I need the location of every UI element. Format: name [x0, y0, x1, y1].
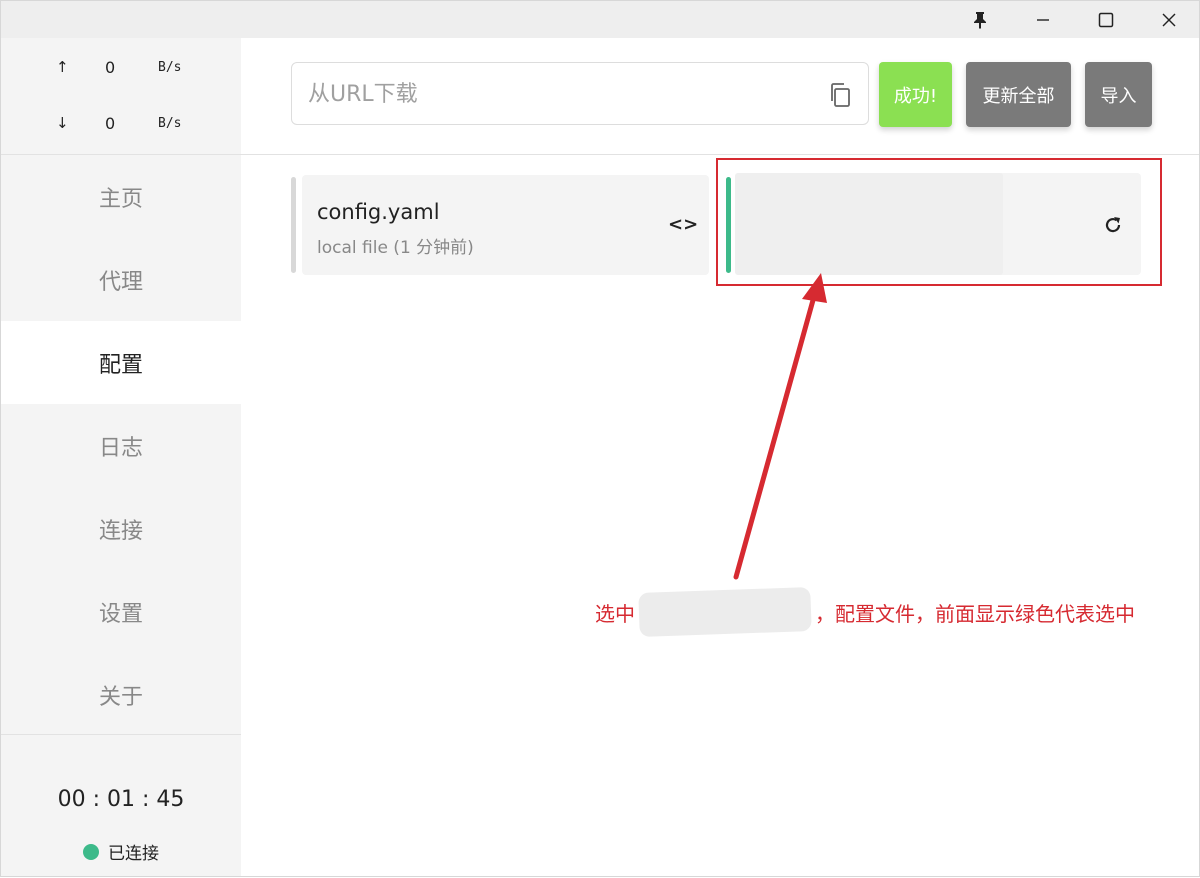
annotation-text-before: 选中: [595, 601, 635, 626]
uptime-timer: 00 : 01 : 45: [57, 787, 185, 812]
sidebar-item-logs[interactable]: 日志: [1, 404, 241, 487]
sidebar: ↑ 0 B/s ↓ 0 B/s 主页 代理 配置 日志 连接 设置 关于 00 …: [1, 38, 241, 876]
upload-value: 0: [105, 58, 116, 77]
title-bar: [1, 1, 1199, 38]
download-unit: B/s: [158, 116, 182, 131]
sidebar-item-label: 关于: [98, 684, 143, 710]
url-field: [291, 62, 869, 126]
profile-card[interactable]: config.yaml local file (1 分钟前) <>: [302, 175, 709, 275]
status-dot-icon: [83, 843, 99, 860]
profile-subtitle: local file (1 分钟前): [317, 238, 474, 258]
import-button[interactable]: 导入: [1085, 62, 1152, 127]
profile-indicator-inactive: [291, 177, 296, 273]
pin-icon[interactable]: [951, 1, 1009, 38]
connection-status: 已连接: [83, 839, 159, 864]
sidebar-item-label: 设置: [98, 601, 143, 627]
sidebar-item-proxy[interactable]: 代理: [1, 238, 241, 321]
redacted-annotation-text: [638, 587, 812, 637]
sidebar-item-label: 代理: [98, 269, 143, 295]
download-success-button[interactable]: 成功!: [879, 62, 952, 127]
update-all-button[interactable]: 更新全部: [966, 62, 1071, 127]
sidebar-item-settings[interactable]: 设置: [1, 570, 241, 653]
traffic-panel: ↑ 0 B/s ↓ 0 B/s: [1, 38, 241, 155]
download-speed: ↓ 0 B/s: [1, 114, 241, 134]
sidebar-item-about[interactable]: 关于: [1, 653, 241, 736]
app-window: ↑ 0 B/s ↓ 0 B/s 主页 代理 配置 日志 连接 设置 关于 00 …: [0, 0, 1200, 877]
paste-icon[interactable]: [828, 82, 852, 108]
annotation-highlight-box: [716, 158, 1162, 286]
edit-code-icon[interactable]: <>: [668, 214, 698, 235]
import-label: 导入: [1100, 85, 1137, 107]
profiles-toolbar: 成功! 更新全部 导入: [241, 38, 1199, 155]
sidebar-item-label: 主页: [98, 186, 143, 212]
minimize-icon[interactable]: [1014, 1, 1072, 38]
status-label: 已连接: [108, 844, 159, 864]
sidebar-footer: 00 : 01 : 45 已连接: [1, 734, 241, 877]
upload-speed: ↑ 0 B/s: [1, 58, 241, 78]
maximize-icon[interactable]: [1077, 1, 1135, 38]
sidebar-item-home[interactable]: 主页: [1, 155, 241, 238]
download-value: 0: [105, 114, 116, 133]
download-arrow-icon: ↓: [56, 114, 69, 132]
url-input[interactable]: [306, 63, 810, 126]
upload-arrow-icon: ↑: [56, 58, 69, 76]
annotation-text-after: ，配置文件，前面显示绿色代表选中: [815, 601, 1135, 626]
sidebar-item-connections[interactable]: 连接: [1, 487, 241, 570]
annotation-note: 选中 ，配置文件，前面显示绿色代表选中: [595, 587, 1135, 637]
sidebar-item-label: 配置: [98, 352, 143, 378]
profile-name: config.yaml: [317, 200, 440, 224]
sidebar-item-label: 连接: [98, 518, 143, 544]
success-label: 成功!: [893, 85, 938, 107]
sidebar-item-label: 日志: [98, 435, 143, 461]
close-icon[interactable]: [1140, 1, 1198, 38]
upload-unit: B/s: [158, 60, 182, 75]
sidebar-item-profiles[interactable]: 配置: [1, 321, 241, 404]
update-all-label: 更新全部: [982, 85, 1055, 107]
